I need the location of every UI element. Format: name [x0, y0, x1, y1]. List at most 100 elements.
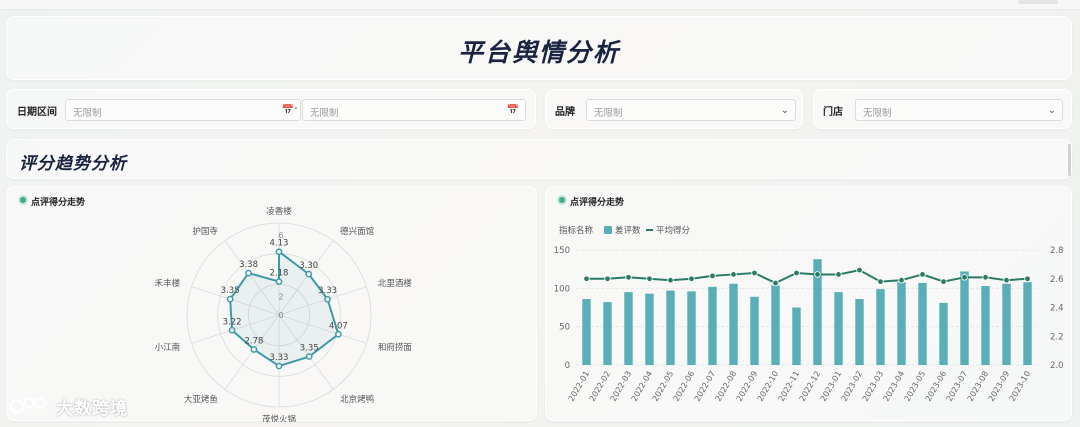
- date-separator: -: [294, 103, 298, 114]
- line-point: [751, 269, 758, 277]
- bar: [666, 290, 675, 365]
- date-start-placeholder: 无限制: [73, 108, 102, 119]
- legend-title: 指标名称: [559, 225, 594, 236]
- radar-value-label: 3.30: [299, 261, 318, 271]
- radar-point: [305, 353, 313, 360]
- bar: [960, 271, 969, 365]
- radar-value-label: 3.33: [318, 286, 337, 296]
- bar: [792, 307, 801, 365]
- window-top-bar: [0, 0, 1080, 10]
- radar-point: [335, 330, 342, 338]
- y-left-tick-label: 100: [554, 284, 570, 294]
- brand-select[interactable]: 无限制 ⌄: [586, 99, 796, 121]
- title-card: 平台舆情分析: [6, 16, 1072, 80]
- window-handle: [1018, 0, 1058, 4]
- line-point: [835, 271, 842, 278]
- radar-value-label: 3.35: [221, 286, 240, 296]
- date-end-input[interactable]: 无限制 📅: [302, 99, 526, 121]
- radar-chart-card: 点评得分走势 凌香楼 德兴面馆 北里酒楼 和府捞面 北京烤鸭 茂悦火锅 大亚烤鱼 小江南 禾丰楼…: [6, 186, 537, 425]
- date-start-input[interactable]: 无限制 📅: [65, 99, 301, 121]
- bar: [750, 296, 759, 365]
- radar-point: [226, 295, 234, 303]
- scrollbar[interactable]: [1068, 144, 1071, 176]
- bar: [729, 283, 738, 365]
- line-point: [667, 276, 674, 284]
- line-point: [961, 274, 968, 281]
- radar-point: [275, 248, 283, 256]
- legend-label-bar: 差评数: [615, 225, 641, 236]
- y-right-tick-label: 2.0: [1050, 361, 1064, 371]
- radar-category-label: 北里酒楼: [378, 278, 413, 289]
- radar-category-label: 护国寺: [192, 226, 218, 237]
- radar-category-label: 凌香楼: [266, 206, 292, 217]
- line-point: [688, 275, 695, 282]
- radar-point: [250, 346, 258, 353]
- line-point: [730, 271, 737, 278]
- bar: [771, 285, 780, 365]
- line-point: [982, 274, 989, 281]
- radar-value-label: 3.22: [223, 317, 242, 327]
- watermark-logo-icon: [10, 397, 46, 414]
- radar-point: [305, 270, 313, 278]
- line-point: [940, 278, 947, 285]
- line-point: [1024, 275, 1031, 282]
- bar: [918, 282, 927, 365]
- radar-value-label: 3.38: [239, 260, 258, 270]
- radar-value-label: 2.78: [244, 336, 263, 346]
- radar-category-label: 北京烤鸭: [340, 394, 374, 405]
- radar-category-label: 茂悦火锅: [262, 414, 296, 422]
- section-header: 评分趋势分析: [6, 139, 1072, 179]
- bar-line-chart: 指标名称 差评数 平均得分0501001502.02.22.42.62.82022-…: [554, 225, 1064, 403]
- bar: [855, 299, 864, 365]
- calendar-icon[interactable]: 📅: [507, 105, 519, 116]
- bar: [1023, 282, 1032, 365]
- date-filter-card: 日期区间 无限制 📅 - 无限制 📅: [6, 89, 536, 129]
- radar-point: [275, 278, 283, 285]
- bar: [645, 293, 654, 365]
- line-point: [646, 275, 653, 282]
- store-filter-card: 门店 无限制 ⌄: [813, 89, 1072, 129]
- x-tick-label: 2023-10: [1008, 370, 1033, 403]
- brand-filter-card: 品牌 无限制 ⌄: [545, 89, 803, 129]
- brand-placeholder: 无限制: [594, 108, 623, 119]
- bar: [708, 286, 717, 365]
- y-left-tick-label: 50: [559, 323, 570, 333]
- line-point: [583, 275, 590, 282]
- radar-point: [245, 269, 252, 277]
- radar-point: [228, 326, 236, 334]
- page-title: 平台舆情分析: [457, 38, 620, 67]
- bar-chart-title: 点评得分走势: [570, 198, 625, 208]
- radar-point: [324, 295, 331, 303]
- radar-value-label: 3.35: [300, 344, 319, 354]
- title-dot-icon: [20, 197, 26, 203]
- calendar-icon[interactable]: 📅: [282, 105, 294, 116]
- radar-point: [275, 362, 283, 370]
- legend-label-line: 平均得分: [656, 225, 691, 236]
- watermark: 大数跨境: [10, 391, 128, 421]
- chevron-down-icon[interactable]: ⌄: [1048, 105, 1056, 116]
- store-label: 门店: [823, 107, 843, 118]
- radar-category-label: 德兴面馆: [340, 226, 374, 237]
- y-left-tick-label: 0: [565, 361, 570, 371]
- line-point: [1003, 276, 1010, 284]
- line-point: [793, 269, 800, 277]
- bar: [876, 289, 885, 365]
- bar: [939, 302, 948, 365]
- store-select[interactable]: 无限制 ⌄: [855, 99, 1063, 121]
- bar: [603, 302, 612, 365]
- y-right-tick-label: 2.4: [1050, 304, 1064, 314]
- watermark-text: 大数跨境: [56, 398, 128, 419]
- store-placeholder: 无限制: [863, 108, 892, 119]
- bar: [1002, 283, 1011, 365]
- date-end-placeholder: 无限制: [310, 108, 339, 119]
- bar: [582, 299, 591, 365]
- radar-value-label: 2.18: [270, 269, 289, 279]
- radar-value-label: 4.07: [329, 321, 348, 331]
- bar: [981, 286, 990, 365]
- radar-value-label: 4.13: [270, 239, 289, 249]
- title-dot-icon: [559, 197, 565, 203]
- radar-chart-title: 点评得分走势: [31, 198, 86, 208]
- chevron-down-icon[interactable]: ⌄: [781, 105, 789, 116]
- bar: [687, 291, 696, 365]
- line-point: [856, 266, 863, 274]
